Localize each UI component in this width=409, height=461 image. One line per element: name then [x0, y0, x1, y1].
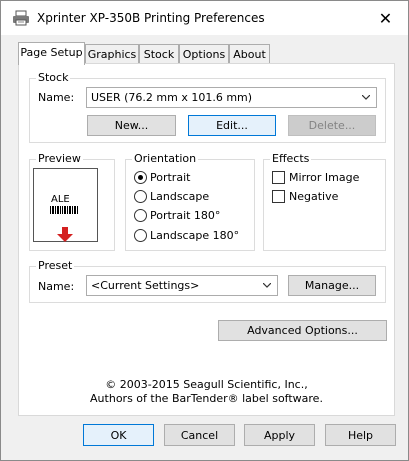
preset-name-label: Name:	[38, 280, 75, 293]
negative-checkbox[interactable]: Negative	[272, 190, 338, 203]
stock-name-select[interactable]: USER (76.2 mm x 101.6 mm)	[86, 87, 377, 108]
cancel-button[interactable]: Cancel	[164, 424, 235, 446]
orientation-portrait-radio[interactable]: Portrait	[134, 171, 190, 184]
preset-name-select[interactable]: <Current Settings>	[86, 275, 278, 296]
advanced-options-button[interactable]: Advanced Options...	[218, 320, 387, 341]
help-button[interactable]: Help	[325, 424, 396, 446]
copyright-line-2: Authors of the BarTender® label software…	[90, 392, 323, 405]
mirror-image-label: Mirror Image	[289, 171, 360, 184]
orientation-portrait-180-radio[interactable]: Portrait 180°	[134, 209, 220, 222]
radio-icon	[134, 209, 147, 222]
negative-label: Negative	[289, 190, 339, 203]
preview-label-text: ALE	[51, 194, 70, 205]
feed-direction-arrow-icon	[57, 227, 73, 242]
checkbox-icon	[272, 190, 285, 203]
stock-delete-button[interactable]: Delete...	[288, 115, 376, 136]
stock-edit-button[interactable]: Edit...	[188, 115, 276, 136]
label-preview: ALE	[33, 168, 98, 242]
orientation-landscape-180-label: Landscape 180°	[150, 229, 240, 242]
copyright-line-1: © 2003-2015 Seagull Scientific, Inc.,	[105, 378, 308, 391]
printer-icon	[13, 10, 29, 26]
tab-page-setup[interactable]: Page Setup	[18, 42, 85, 65]
orientation-portrait-180-label: Portrait 180°	[150, 209, 221, 222]
orientation-group-label: Orientation	[132, 152, 199, 165]
radio-icon	[134, 229, 147, 242]
title-bar: Xprinter XP-350B Printing Preferences ✕	[1, 1, 408, 35]
tab-graphics[interactable]: Graphics	[85, 44, 139, 64]
stock-name-value: USER (76.2 mm x 101.6 mm)	[91, 91, 253, 104]
preset-name-value: <Current Settings>	[91, 279, 200, 292]
preview-group-label: Preview	[36, 152, 83, 165]
tab-about[interactable]: About	[229, 44, 270, 64]
effects-group-label: Effects	[270, 152, 312, 165]
printing-preferences-dialog: Xprinter XP-350B Printing Preferences ✕ …	[0, 0, 409, 461]
stock-new-button[interactable]: New...	[87, 115, 176, 136]
checkbox-icon	[272, 171, 285, 184]
preset-group-label: Preset	[36, 259, 75, 272]
stock-group-label: Stock	[36, 71, 71, 84]
stock-name-label: Name:	[38, 91, 75, 104]
close-icon: ✕	[378, 8, 393, 28]
tab-stock[interactable]: Stock	[139, 44, 179, 64]
orientation-landscape-radio[interactable]: Landscape	[134, 190, 209, 203]
orientation-landscape-180-radio[interactable]: Landscape 180°	[134, 229, 239, 242]
radio-icon	[134, 190, 147, 203]
mirror-image-checkbox[interactable]: Mirror Image	[272, 171, 359, 184]
window-title: Xprinter XP-350B Printing Preferences	[37, 11, 265, 25]
close-button[interactable]: ✕	[363, 1, 408, 35]
radio-selected-icon	[134, 171, 147, 184]
preset-manage-button[interactable]: Manage...	[288, 275, 376, 296]
chevron-down-icon	[362, 95, 370, 100]
apply-button[interactable]: Apply	[244, 424, 315, 446]
tab-options[interactable]: Options	[179, 44, 229, 64]
chevron-down-icon	[263, 283, 271, 288]
orientation-portrait-label: Portrait	[150, 171, 191, 184]
orientation-landscape-label: Landscape	[150, 190, 210, 203]
ok-button[interactable]: OK	[83, 424, 154, 446]
